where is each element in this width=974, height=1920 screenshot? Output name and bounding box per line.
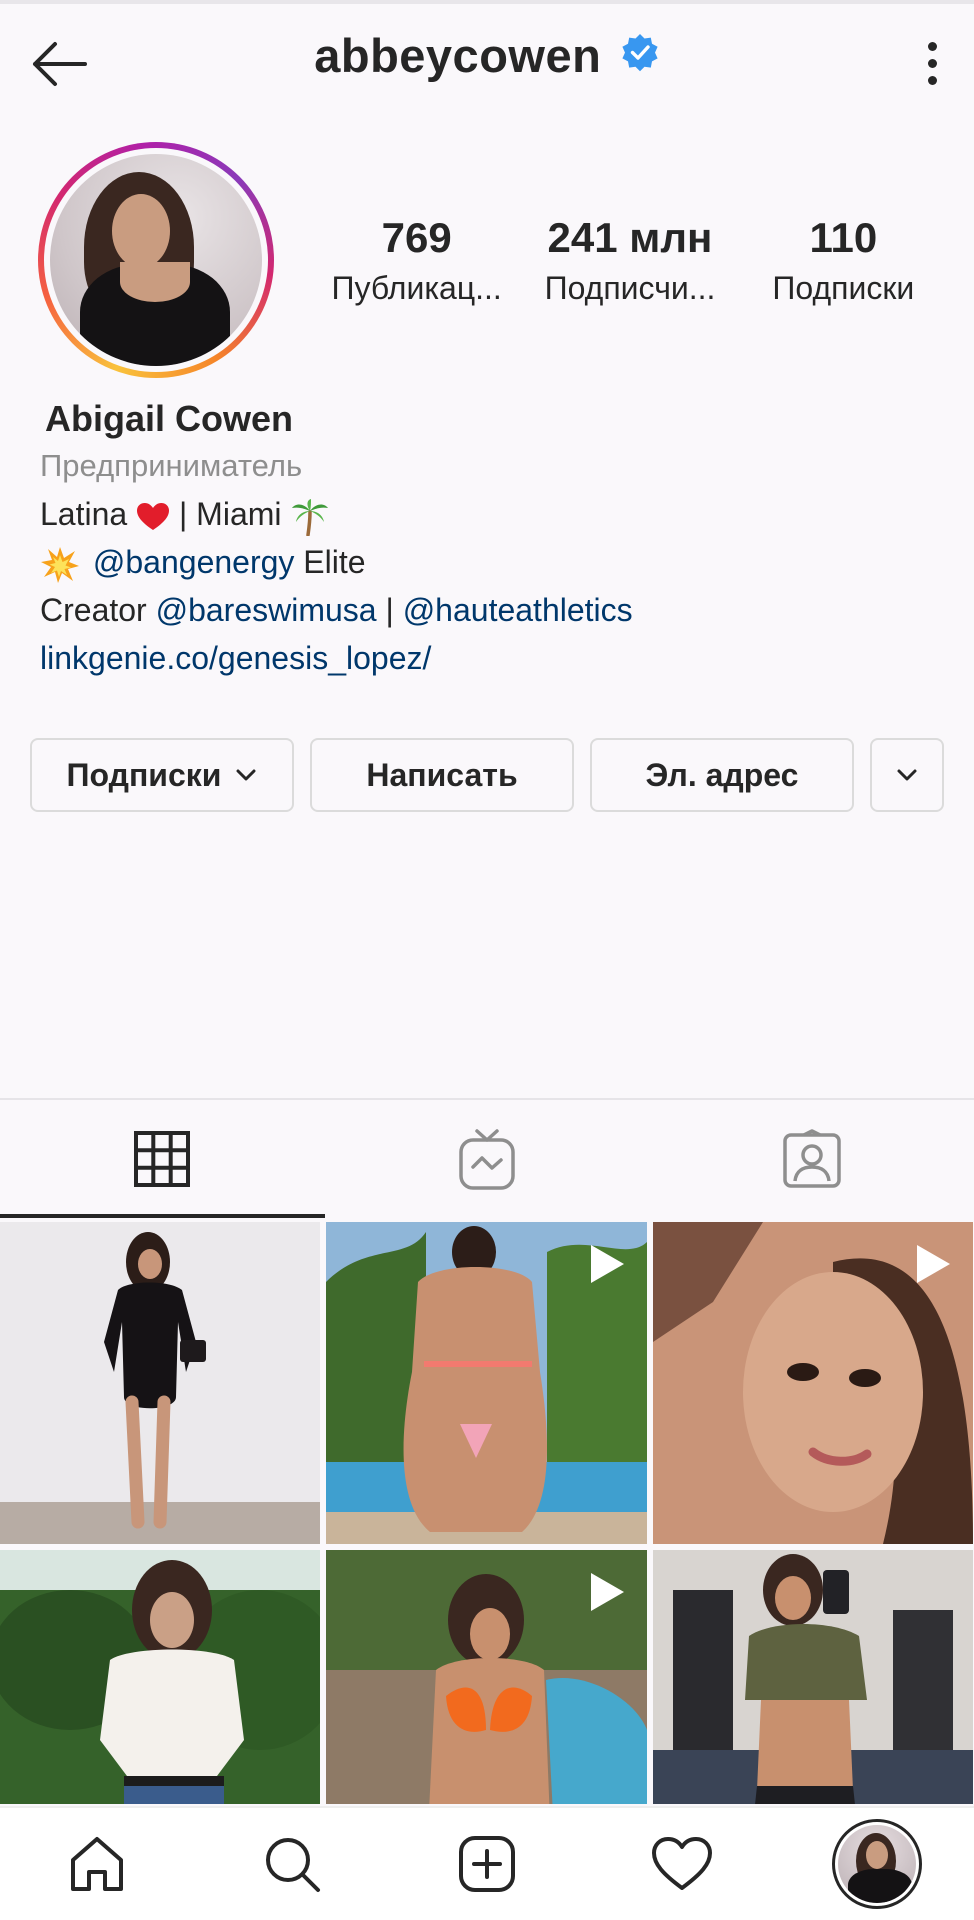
profile-full-name: Abigail Cowen <box>45 398 294 439</box>
bio-website-link[interactable]: linkgenie.co/genesis_lopez/ <box>40 640 431 676</box>
chevron-down-icon <box>236 769 256 781</box>
search-icon <box>266 1838 321 1892</box>
email-button-label: Эл. адрес <box>645 756 799 793</box>
avatar-face <box>112 194 170 268</box>
suggested-accounts-button[interactable] <box>870 738 944 812</box>
video-play-icon <box>917 1245 950 1283</box>
tagged-icon <box>782 1129 841 1188</box>
stat-posts[interactable]: 769 Публикац... <box>310 210 523 320</box>
posts-label: Публикац... <box>331 270 502 306</box>
post-thumbnail[interactable] <box>653 1550 973 1804</box>
grid-icon <box>134 1131 191 1187</box>
avatar <box>50 154 262 366</box>
avatar-thumbnail <box>837 1825 916 1903</box>
chevron-down-icon <box>897 769 917 781</box>
bio-text: Latina <box>40 496 128 532</box>
post-thumbnail[interactable] <box>326 1550 647 1804</box>
nav-home[interactable] <box>0 1808 195 1920</box>
status-strip <box>0 0 974 4</box>
bio-line-3: Creator @bareswimusa | @hauteathletics <box>40 586 940 634</box>
bio-line-4: linkgenie.co/genesis_lopez/ <box>40 634 940 682</box>
more-dot <box>927 75 937 85</box>
avatar-body <box>847 1869 912 1903</box>
bio-line-2: @bangenergy Elite <box>40 538 940 586</box>
followers-label: Подписчи... <box>544 270 716 306</box>
nav-add-post[interactable] <box>390 1808 585 1920</box>
bio-mention-link[interactable]: @bangenergy <box>93 544 295 580</box>
stat-following[interactable]: 110 Подписки <box>737 210 950 320</box>
posts-count: 769 <box>381 214 452 261</box>
more-vertical-icon <box>927 41 937 51</box>
post-thumbnail[interactable] <box>0 1550 320 1804</box>
igtv-icon <box>459 1129 515 1190</box>
nav-activity[interactable] <box>584 1808 779 1920</box>
avatar-skin <box>120 262 190 302</box>
post-image <box>653 1550 973 1804</box>
avatar-face <box>865 1841 888 1869</box>
profile-screen: abbeycowen 769 Публикац... 241 млн Подпи… <box>0 0 974 1920</box>
stat-followers[interactable]: 241 млн Подписчи... <box>523 210 736 320</box>
profile-bio: Abigail Cowen Предприниматель Latina | M… <box>40 396 940 682</box>
following-button-label: Подписки <box>66 756 222 793</box>
bio-line-1: Latina | Miami <box>40 490 940 538</box>
bio-text: Creator <box>40 592 147 628</box>
video-play-icon <box>591 1245 624 1283</box>
red-heart-icon <box>137 502 170 530</box>
title-wrap: abbeycowen <box>0 28 974 83</box>
post-thumbnail[interactable] <box>653 1222 973 1544</box>
post-thumbnail[interactable] <box>0 1222 320 1544</box>
profile-avatar <box>831 1819 922 1909</box>
avatar-inner <box>44 148 268 372</box>
nav-profile[interactable] <box>779 1808 974 1920</box>
message-button[interactable]: Написать <box>310 738 574 812</box>
home-icon <box>71 1837 124 1891</box>
tab-tagged[interactable] <box>649 1100 974 1218</box>
profile-username-title: abbeycowen <box>314 29 602 82</box>
bio-mention-link[interactable]: @bareswimusa <box>156 592 377 628</box>
tab-grid[interactable] <box>0 1100 325 1218</box>
more-options-button[interactable] <box>912 38 952 88</box>
following-button[interactable]: Подписки <box>30 738 294 812</box>
palm-tree-icon <box>292 498 329 536</box>
email-button[interactable]: Эл. адрес <box>590 738 854 812</box>
post-image <box>0 1222 320 1544</box>
posts-grid <box>0 1222 974 1804</box>
post-thumbnail[interactable] <box>326 1222 647 1544</box>
video-play-icon <box>591 1573 624 1611</box>
profile-category: Предприниматель <box>40 448 303 483</box>
followers-count: 241 млн <box>547 214 713 261</box>
profile-stats: 769 Публикац... 241 млн Подписчи... 110 … <box>310 210 950 320</box>
following-label: Подписки <box>772 270 915 306</box>
nav-search[interactable] <box>195 1808 390 1920</box>
more-dot <box>927 58 937 68</box>
bio-mention-link[interactable]: @hauteathletics <box>403 592 633 628</box>
bio-separator: | <box>385 592 394 628</box>
verified-badge-icon <box>622 33 658 71</box>
profile-tabs <box>0 1100 974 1218</box>
tab-igtv[interactable] <box>325 1100 650 1218</box>
bio-text: Elite <box>303 544 366 580</box>
profile-avatar-story-ring[interactable] <box>38 142 274 378</box>
bottom-navigation <box>0 1806 974 1920</box>
bio-text: | Miami <box>178 496 282 532</box>
collision-icon <box>41 546 79 583</box>
message-button-label: Написать <box>366 756 518 793</box>
top-bar: abbeycowen <box>0 0 974 120</box>
activity-heart-icon <box>651 1837 712 1890</box>
add-post-icon <box>458 1836 515 1892</box>
post-image <box>0 1550 320 1804</box>
following-count: 110 <box>809 214 878 261</box>
